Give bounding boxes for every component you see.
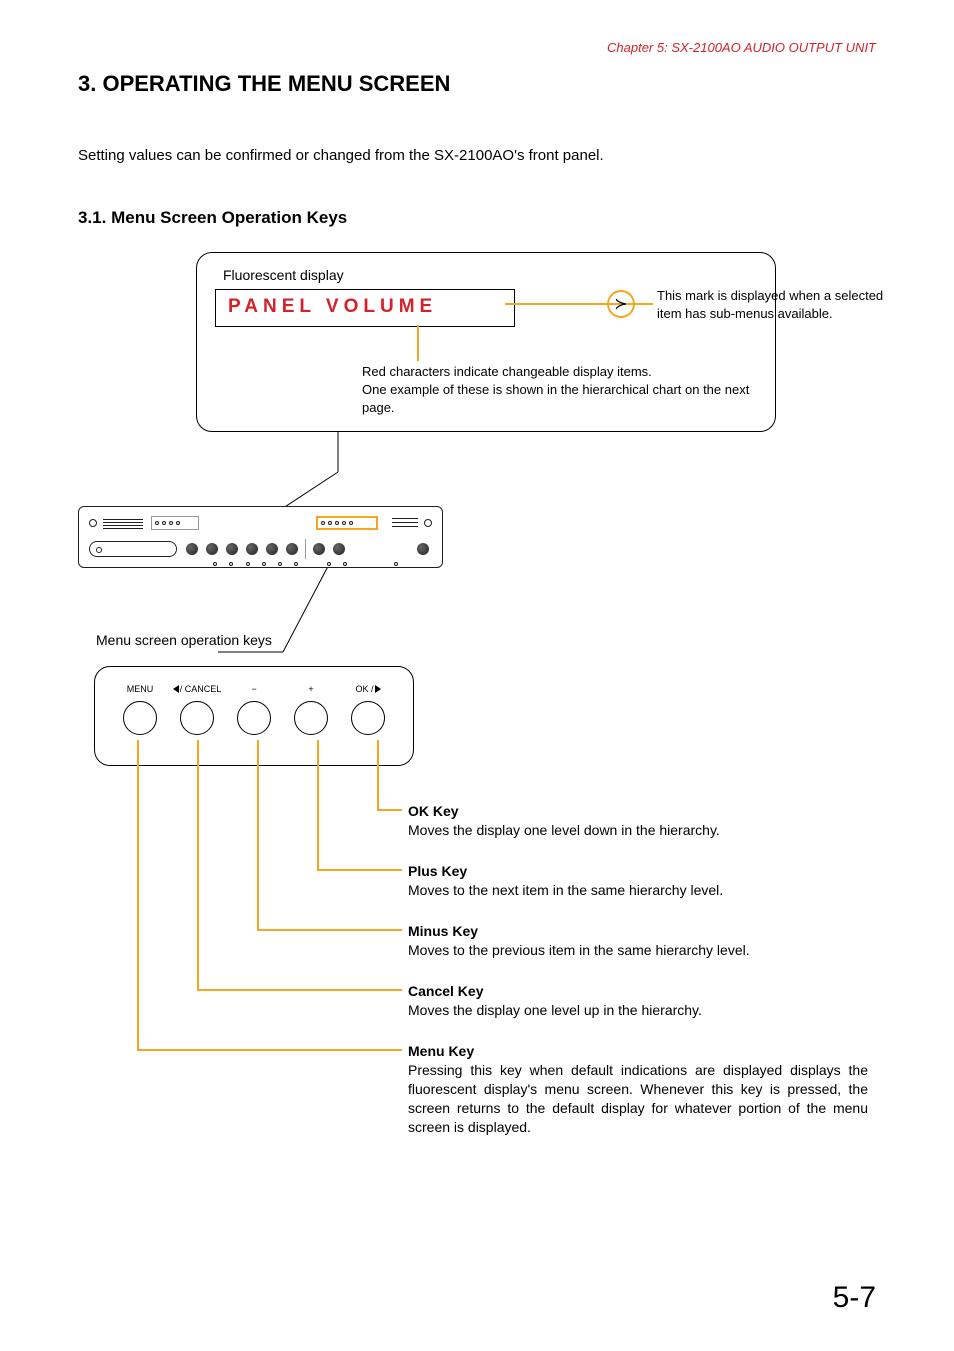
menu-key-description: Menu Key Pressing this key when default … <box>408 1042 868 1136</box>
minus-key-desc-body: Moves to the previous item in the same h… <box>408 942 750 958</box>
device-divider <box>305 539 306 559</box>
device-jack-icon <box>343 562 347 566</box>
menu-key-button-icon <box>123 701 157 735</box>
submenu-glyph: ≻ <box>614 294 627 314</box>
device-lcd-icon <box>89 541 177 557</box>
menu-keys-box: MENU / CANCEL − + OK / <box>94 666 414 766</box>
device-status-icon <box>392 516 418 530</box>
diagram-area: Fluorescent display PANEL VOLUME ≻ This … <box>78 252 876 1152</box>
device-screw-icon <box>89 519 97 527</box>
device-jack-icon <box>213 562 217 566</box>
device-menu-keys-highlight <box>316 516 378 530</box>
cancel-key-desc-title: Cancel Key <box>408 982 868 1001</box>
device-knob-icon <box>266 543 278 555</box>
page-number: 5-7 <box>833 1281 876 1315</box>
device-jack-icon <box>278 562 282 566</box>
fluorescent-display-box: Fluorescent display PANEL VOLUME ≻ This … <box>196 252 776 432</box>
minus-key: − <box>227 681 281 765</box>
menu-key: MENU <box>113 681 167 765</box>
cancel-key-label: / CANCEL <box>173 681 222 697</box>
red-char-callout-line <box>417 325 419 361</box>
ok-key-label-text: OK / <box>355 684 373 694</box>
lcd-panel: PANEL VOLUME <box>215 289 515 327</box>
plus-key-label: + <box>308 681 313 697</box>
chapter-header: Chapter 5: SX-2100AO AUDIO OUTPUT UNIT <box>78 40 876 55</box>
device-jack-icon <box>327 562 331 566</box>
section-title: 3. OPERATING THE MENU SCREEN <box>78 71 876 97</box>
cancel-key: / CANCEL <box>170 681 224 765</box>
intro-text: Setting values can be confirmed or chang… <box>78 147 876 164</box>
device-knob-icon <box>226 543 238 555</box>
plus-key-description: Plus Key Moves to the next item in the s… <box>408 862 868 900</box>
device-jack-icon <box>394 562 398 566</box>
minus-key-button-icon <box>237 701 271 735</box>
cancel-key-label-text: / CANCEL <box>180 684 222 694</box>
device-jack-icon <box>294 562 298 566</box>
device-screw-icon <box>424 519 432 527</box>
submenu-mark-icon: ≻ <box>607 290 635 318</box>
subsection-title: 3.1. Menu Screen Operation Keys <box>78 208 876 228</box>
minus-key-description: Minus Key Moves to the previous item in … <box>408 922 868 960</box>
device-knob-icon <box>186 543 198 555</box>
ok-key-label: OK / <box>355 681 380 697</box>
device-knob-icon <box>246 543 258 555</box>
menu-key-desc-body: Pressing this key when default indicatio… <box>408 1061 868 1137</box>
device-front-panel <box>78 506 443 568</box>
red-char-note-line2: One example of these is shown in the hie… <box>362 381 775 417</box>
device-knob-icon <box>206 543 218 555</box>
device-jack-icon <box>262 562 266 566</box>
menu-key-desc-title: Menu Key <box>408 1042 868 1061</box>
plus-key-button-icon <box>294 701 328 735</box>
minus-key-label: − <box>251 681 256 697</box>
ok-key-button-icon <box>351 701 385 735</box>
menu-key-label: MENU <box>127 681 154 697</box>
device-knob-icon <box>333 543 345 555</box>
device-knob-icon <box>417 543 429 555</box>
ok-key-desc-body: Moves the display one level down in the … <box>408 822 720 838</box>
ok-key: OK / <box>341 681 395 765</box>
lcd-text: PANEL VOLUME <box>228 296 437 317</box>
device-vents-icon <box>103 517 143 529</box>
submenu-note: This mark is displayed when a selected i… <box>657 287 887 322</box>
fluorescent-display-label: Fluorescent display <box>223 267 757 283</box>
ok-key-desc-title: OK Key <box>408 802 868 821</box>
device-knob-icon <box>313 543 325 555</box>
menu-keys-label: Menu screen operation keys <box>96 632 272 648</box>
cancel-key-button-icon <box>180 701 214 735</box>
triangle-right-icon <box>375 685 381 693</box>
cancel-key-description: Cancel Key Moves the display one level u… <box>408 982 868 1020</box>
triangle-left-icon <box>173 685 179 693</box>
device-jack-icon <box>246 562 250 566</box>
plus-key-desc-body: Moves to the next item in the same hiera… <box>408 882 723 898</box>
plus-key: + <box>284 681 338 765</box>
ok-key-description: OK Key Moves the display one level down … <box>408 802 868 840</box>
device-knob-icon <box>286 543 298 555</box>
red-char-note-line1: Red characters indicate changeable displ… <box>362 363 775 381</box>
red-char-note: Red characters indicate changeable displ… <box>362 363 775 418</box>
device-led-block-left <box>151 516 199 530</box>
minus-key-desc-title: Minus Key <box>408 922 868 941</box>
device-jack-icon <box>229 562 233 566</box>
plus-key-desc-title: Plus Key <box>408 862 868 881</box>
cancel-key-desc-body: Moves the display one level up in the hi… <box>408 1002 702 1018</box>
